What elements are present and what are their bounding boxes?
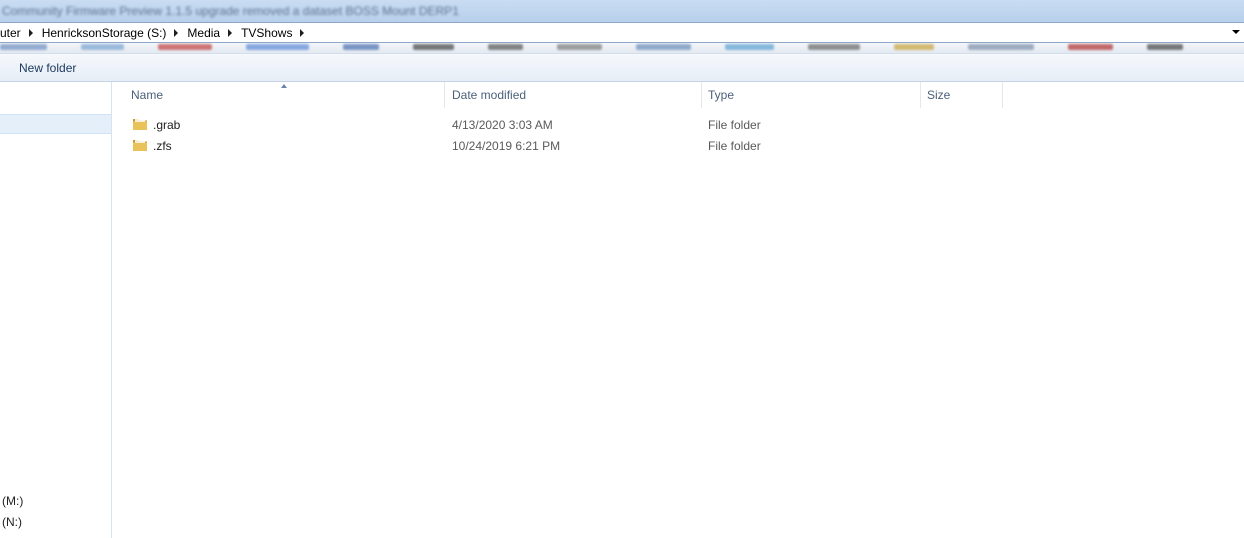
favorites-bar-item[interactable] bbox=[967, 44, 1035, 50]
breadcrumb-computer[interactable]: uter bbox=[0, 26, 21, 40]
address-dropdown-icon[interactable] bbox=[1232, 30, 1240, 34]
address-bar[interactable]: uter HenricksonStorage (S:) Media TVShow… bbox=[0, 22, 1244, 43]
table-row[interactable]: .grab 4/13/2020 3:03 AM File folder bbox=[113, 115, 1244, 135]
column-date-label: Date modified bbox=[452, 88, 527, 102]
favorites-bar-item[interactable] bbox=[635, 44, 692, 50]
breadcrumb: uter HenricksonStorage (S:) Media TVShow… bbox=[0, 26, 313, 40]
new-folder-button[interactable]: New folder bbox=[12, 57, 83, 79]
favorites-bar-item[interactable] bbox=[725, 44, 774, 50]
favorites-bar-item[interactable] bbox=[894, 44, 934, 50]
breadcrumb-chevron-icon[interactable] bbox=[28, 29, 33, 37]
column-type[interactable]: Type bbox=[702, 82, 921, 108]
file-date: 4/13/2020 3:03 AM bbox=[452, 118, 553, 132]
file-type: File folder bbox=[708, 139, 761, 153]
column-size[interactable]: Size bbox=[921, 82, 1003, 108]
window-title: Community Firmware Preview 1.1.5 upgrade… bbox=[2, 4, 459, 18]
breadcrumb-chevron-icon[interactable] bbox=[228, 29, 233, 37]
file-list: Name Date modified Type Size .grab 4/13/… bbox=[113, 82, 1244, 538]
breadcrumb-chevron-icon[interactable] bbox=[300, 29, 305, 37]
folder-icon bbox=[133, 139, 147, 151]
favorites-bar-item[interactable] bbox=[412, 44, 455, 50]
nav-drive-m[interactable]: (M:) bbox=[2, 494, 23, 508]
column-type-label: Type bbox=[708, 88, 735, 102]
favorites-bar-item[interactable] bbox=[245, 44, 309, 50]
favorites-bar-item[interactable] bbox=[807, 44, 861, 50]
file-name: .grab bbox=[153, 118, 181, 132]
favorites-bar-item[interactable] bbox=[157, 44, 212, 50]
favorites-bar-item[interactable] bbox=[1068, 44, 1114, 50]
column-header: Name Date modified Type Size bbox=[113, 82, 1244, 108]
favorites-bar-item[interactable] bbox=[342, 44, 379, 50]
sort-ascending-icon bbox=[281, 84, 287, 88]
favorites-bar-item[interactable] bbox=[1147, 44, 1184, 50]
file-name: .zfs bbox=[153, 139, 172, 153]
column-size-label: Size bbox=[927, 88, 951, 102]
favorites-bar-item[interactable] bbox=[488, 44, 523, 50]
breadcrumb-tvshows[interactable]: TVShows bbox=[241, 26, 292, 40]
breadcrumb-media[interactable]: Media bbox=[187, 26, 220, 40]
nav-drive-n[interactable]: (N:) bbox=[2, 515, 22, 529]
command-toolbar: New folder bbox=[0, 54, 1244, 82]
table-row[interactable]: .zfs 10/24/2019 6:21 PM File folder bbox=[113, 136, 1244, 156]
breadcrumb-storage[interactable]: HenricksonStorage (S:) bbox=[42, 26, 167, 40]
breadcrumb-chevron-icon[interactable] bbox=[174, 29, 179, 37]
favorites-bar bbox=[0, 43, 1244, 54]
window-titlebar: Community Firmware Preview 1.1.5 upgrade… bbox=[0, 0, 1244, 22]
file-type: File folder bbox=[708, 118, 761, 132]
navigation-pane: (M:) (N:) bbox=[0, 82, 112, 538]
folder-icon bbox=[133, 118, 147, 130]
column-date-modified[interactable]: Date modified bbox=[446, 82, 702, 108]
favorites-bar-item[interactable] bbox=[0, 44, 47, 50]
file-date: 10/24/2019 6:21 PM bbox=[452, 139, 561, 153]
favorites-bar-items bbox=[0, 44, 1217, 50]
nav-selected-item[interactable] bbox=[0, 114, 111, 134]
favorites-bar-item[interactable] bbox=[80, 44, 124, 50]
column-name-label: Name bbox=[131, 88, 164, 102]
favorites-bar-item[interactable] bbox=[556, 44, 602, 50]
